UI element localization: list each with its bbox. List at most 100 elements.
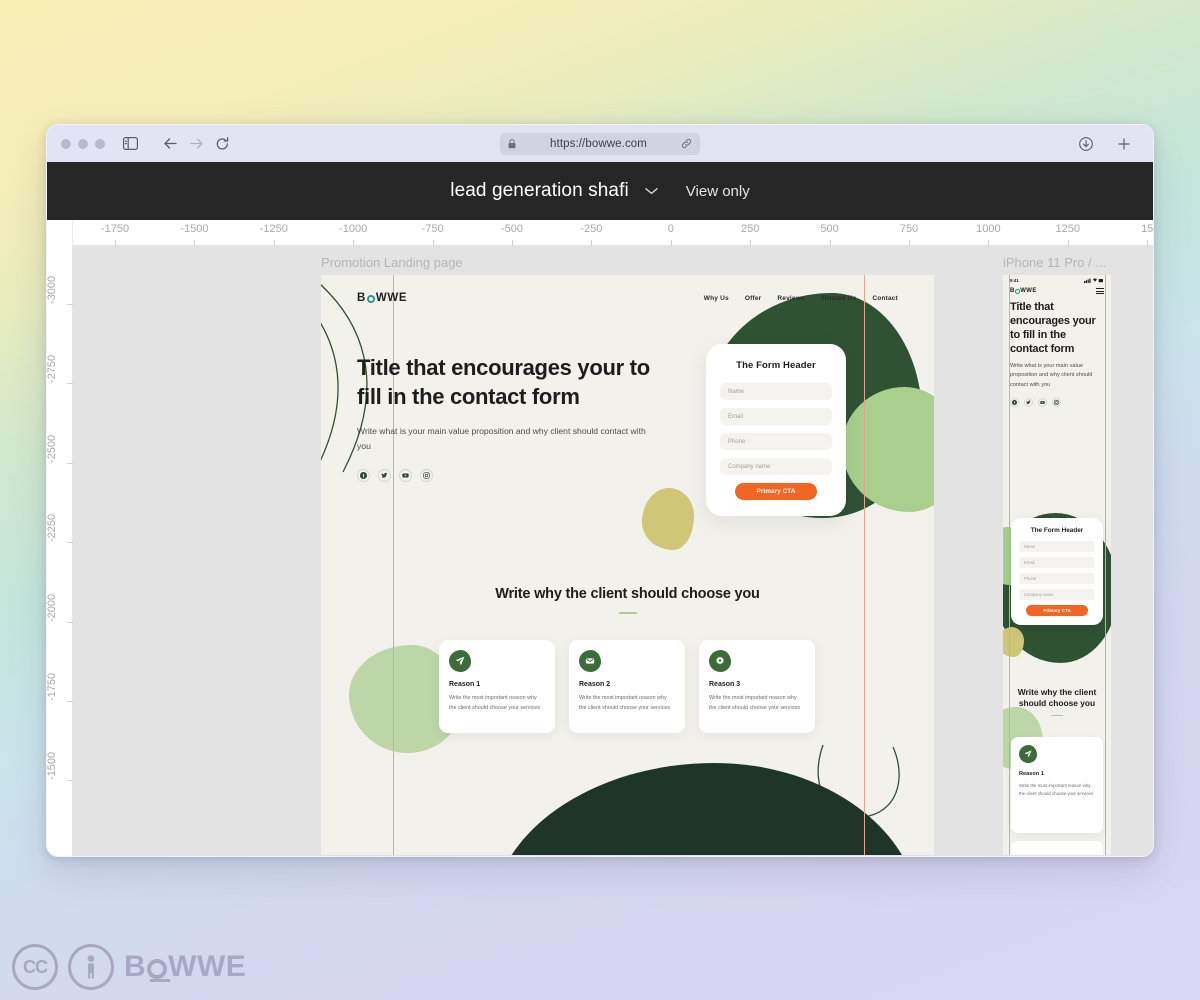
ruler-tick-label-h: 0 [667,223,674,235]
reason-card-3[interactable]: Reason 3 Write the most important reason… [699,640,815,733]
mobile-social-links[interactable] [1010,397,1104,407]
instagram-icon[interactable] [420,469,433,483]
form-field-company[interactable]: Company name [720,458,832,475]
reason-card-1[interactable]: Reason 1 Write the most important reason… [439,640,555,733]
mobile-form-field-company[interactable]: Company name [1019,589,1095,600]
toolbar-right-group [1075,133,1139,155]
mobile-send-icon [1019,745,1037,763]
ruler-tick-mark-h [1067,240,1069,246]
mobile-form-field-name[interactable]: Name [1019,541,1095,552]
mobile-top-bar: B WWE [1003,286,1111,295]
reason-cards-row: Reason 1 Write the most important reason… [439,640,815,733]
reason-card-2[interactable]: Reason 2 Write the most important reason… [569,640,685,733]
reload-icon[interactable] [211,133,233,155]
mobile-twitter-icon[interactable] [1024,397,1033,407]
browser-window: https://bowwe.com lead generation shafi … [46,124,1154,857]
guide-right [864,275,865,855]
wordmark-before: B [124,950,147,983]
link-icon[interactable] [681,138,692,149]
reasons-underline [618,611,637,614]
nav-item-reviews[interactable]: Reviews [777,295,804,302]
mobile-status-time: 9:41 [1010,278,1019,283]
twitter-icon[interactable] [378,469,391,483]
mobile-reason-card-1[interactable]: Reason 1 Write the most important reason… [1011,737,1103,833]
mobile-reason-card-2[interactable] [1011,841,1103,855]
form-field-name[interactable]: Name [720,383,832,400]
reason-title-3: Reason 3 [709,681,741,688]
mobile-hero-subtitle: Write what is your main value propositio… [1010,362,1093,389]
sidebar-toggle-icon[interactable] [119,133,141,155]
mobile-form-field-phone[interactable]: Phone [1019,573,1095,584]
mobile-primary-cta-button[interactable]: Primary CTA [1026,605,1088,616]
project-title: lead generation shafi [450,180,629,201]
ruler-tick-label-v: -2750 [46,355,58,384]
mobile-reason-title-1: Reason 1 [1019,771,1044,777]
ruler-tick-mark-h [909,240,910,246]
nav-item-contact[interactable]: Contact [872,295,898,302]
hero-section: Title that encourages your to fill in th… [357,353,657,483]
frame-label-mobile[interactable]: iPhone 11 Pro / ... [1003,255,1106,270]
mobile-contact-form-card[interactable]: The Form Header Name Email Phone Company… [1011,518,1103,625]
primary-cta-button[interactable]: Primary CTA [735,483,817,500]
site-logo[interactable]: B WWE [357,292,407,304]
person-icon [68,944,114,990]
contact-form-card[interactable]: The Form Header Name Email Phone Company… [706,344,846,516]
license-footer: CC B WWE [12,944,246,990]
ruler-tick-mark-h [750,240,752,246]
mobile-reasons-underline [1051,714,1063,717]
frame-label-desktop[interactable]: Promotion Landing page [321,255,463,270]
ruler-tick-label-h: -1000 [339,223,368,235]
mobile-youtube-icon[interactable] [1038,397,1047,407]
hero-social-links[interactable] [357,469,657,483]
ruler-tick-mark-v [67,701,73,702]
logo-o-mark [366,295,375,303]
ruler-tick-label-h: -1750 [100,223,130,235]
back-arrow-icon[interactable] [159,133,181,155]
ruler-tick-label-h: -1500 [180,223,209,235]
mail-icon [579,650,601,672]
view-only-label[interactable]: View only [686,183,750,200]
mobile-reasons-heading-block: Write why the client should choose you [1003,687,1111,717]
close-window-button[interactable] [61,138,71,149]
ruler-tick-mark-h [829,240,831,246]
ruler-tick-label-v: -2250 [46,514,58,543]
ruler-tick-mark-v [67,542,73,544]
ruler-tick-label-h: 750 [899,223,919,235]
maximize-window-button[interactable] [95,138,105,149]
address-bar[interactable]: https://bowwe.com [500,132,700,155]
artboard-desktop[interactable]: B WWE Why Us Offer Reviews Trusted Us Co… [321,275,934,855]
artboard-mobile[interactable]: 9:41 B WWE Title that encourages your to… [1003,275,1111,855]
nav-item-trusted-us[interactable]: Trusted Us [821,295,857,302]
ruler-tick-label-h: 250 [741,223,760,235]
hero-olive-blob [642,488,694,550]
youtube-icon[interactable] [399,469,412,483]
form-field-phone[interactable]: Phone [720,433,832,450]
minimize-window-button[interactable] [78,138,88,149]
download-icon[interactable] [1075,133,1097,155]
mobile-facebook-icon[interactable] [1010,397,1019,407]
browser-toolbar: https://bowwe.com [47,125,1153,162]
design-canvas[interactable]: Promotion Landing page iPhone 11 Pro / .… [73,246,1153,856]
mobile-site-logo[interactable]: B WWE [1010,288,1037,294]
wordmark-after: WWE [168,950,247,983]
reason-title-2: Reason 2 [579,681,611,688]
nav-item-offer[interactable]: Offer [745,295,762,302]
ruler-tick-label-h: -750 [421,223,444,235]
ruler-tick-mark-h [988,240,990,246]
ruler-tick-mark-v [67,621,73,623]
send-icon [449,650,471,672]
form-field-email[interactable]: Email [720,408,832,425]
mobile-form-field-email[interactable]: Email [1019,557,1095,568]
ruler-tick-mark-h [591,240,593,246]
site-nav-links[interactable]: Why Us Offer Reviews Trusted Us Contact [704,295,898,302]
ruler-tick-mark-h [273,240,275,246]
bowwe-wordmark: B WWE [124,950,246,984]
plus-icon[interactable] [1113,133,1135,155]
chevron-down-icon[interactable] [645,187,658,195]
nav-item-why-us[interactable]: Why Us [704,295,729,302]
mobile-instagram-icon[interactable] [1052,397,1061,407]
reasons-heading: Write why the client should choose you [495,586,760,602]
facebook-icon[interactable] [357,469,370,483]
ruler-tick-label-v: -1750 [46,672,58,701]
window-traffic-lights[interactable] [61,138,105,149]
